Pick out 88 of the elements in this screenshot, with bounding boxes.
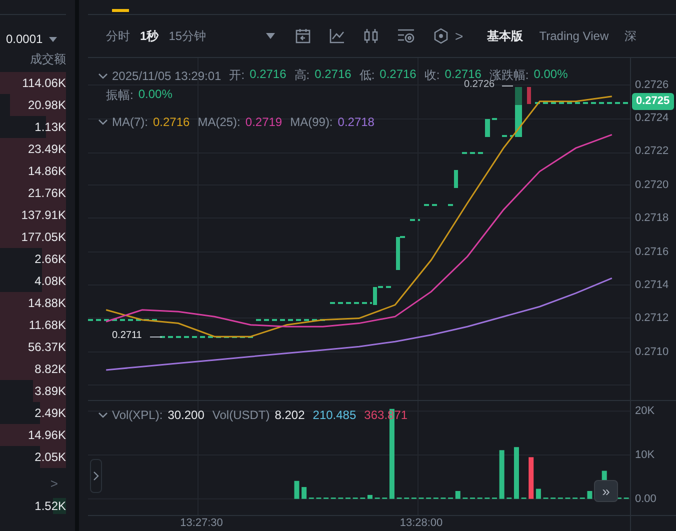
volume-axis-label: 10K bbox=[635, 448, 655, 461]
calendar-icon[interactable] bbox=[295, 28, 312, 44]
field-value: 0.2716 bbox=[314, 67, 352, 83]
chevron-right-icon bbox=[93, 471, 99, 481]
scroll-to-latest-button[interactable]: » bbox=[594, 480, 618, 502]
field-label: 高: bbox=[294, 67, 310, 84]
collapse-chevron-icon[interactable] bbox=[98, 72, 108, 78]
candle bbox=[527, 87, 531, 104]
hexagon-icon[interactable] bbox=[433, 28, 450, 44]
amount-text: 114.06K bbox=[22, 76, 66, 90]
field-label: 低: bbox=[359, 67, 375, 84]
indicator-value: 0.2716 bbox=[153, 115, 190, 129]
indicator-label: MA(25): bbox=[198, 115, 240, 129]
candle bbox=[373, 287, 377, 305]
collapse-chevron-icon[interactable] bbox=[98, 412, 108, 418]
amount-text: 11.68K bbox=[28, 318, 66, 332]
column-header: 成交额 bbox=[30, 50, 66, 68]
price-axis-label: 0.2718 bbox=[635, 212, 669, 224]
volume-axis-label: 20K bbox=[635, 405, 655, 418]
amount-text: 14.86K bbox=[28, 164, 66, 178]
settings-icon[interactable] bbox=[397, 28, 416, 44]
amount-text: 2.66K bbox=[34, 252, 66, 266]
price-axis-label: 0.2726 bbox=[635, 78, 669, 91]
indicator-label: Vol(XPL): bbox=[112, 408, 163, 422]
amount-text: 14.96K bbox=[28, 428, 66, 442]
candle-time: 2025/11/05 13:29:01 bbox=[112, 68, 222, 82]
last-price-tag: 0.2725 bbox=[632, 93, 674, 110]
candlestick-icon[interactable] bbox=[363, 28, 380, 44]
field-value: 0.00% bbox=[534, 67, 568, 83]
indicator-label: Vol(USDT) bbox=[212, 408, 270, 422]
price-axis-label: 0.2710 bbox=[635, 346, 669, 358]
time-axis-label: 13:27:30 bbox=[180, 517, 223, 529]
view-tab[interactable]: Trading View bbox=[539, 28, 609, 44]
price-axis-label: 0.2722 bbox=[635, 145, 669, 158]
indicator-value: 8.202 bbox=[274, 408, 305, 422]
amount-text: 4.08K bbox=[34, 274, 66, 288]
field-value: 0.00% bbox=[138, 87, 172, 103]
amount-text: 14.88K bbox=[28, 296, 66, 310]
indicator-value: 210.485 bbox=[312, 408, 356, 422]
amount-text: 56.37K bbox=[28, 340, 66, 354]
collapse-chevron-icon[interactable] bbox=[98, 119, 108, 125]
interval-tab[interactable]: 分时 bbox=[106, 28, 130, 44]
field-label: 振幅: bbox=[106, 87, 134, 104]
indicator-value: 0.2718 bbox=[338, 115, 374, 129]
price-axis-label: 0.2716 bbox=[635, 246, 669, 258]
active-tab-indicator bbox=[112, 9, 129, 12]
price-axis-label: 0.2712 bbox=[635, 312, 669, 324]
amount-text: 1.52K bbox=[34, 499, 66, 513]
amount-text: 8.82K bbox=[34, 362, 66, 376]
candle bbox=[454, 170, 458, 188]
expand-panel-button[interactable] bbox=[90, 459, 102, 493]
view-tab[interactable]: 深 bbox=[624, 28, 637, 44]
time-axis-label: 13:28:00 bbox=[400, 517, 443, 529]
price-axis-label: 0.2720 bbox=[635, 178, 669, 191]
price-axis-label: 0.2724 bbox=[635, 112, 669, 124]
amount-text: 2.05K bbox=[34, 450, 66, 464]
amount-text: 177.05K bbox=[21, 230, 66, 244]
indicator-value: 30.200 bbox=[168, 408, 204, 422]
more-button[interactable]: > bbox=[455, 28, 464, 44]
line-chart-icon[interactable] bbox=[329, 28, 346, 44]
candle bbox=[396, 237, 400, 270]
candle bbox=[485, 119, 490, 137]
volume-axis-label: 0.00 bbox=[635, 492, 656, 505]
field-value: 0.2716 bbox=[380, 67, 416, 83]
leader-line bbox=[150, 336, 162, 338]
price-axis-label: 0.2714 bbox=[635, 278, 669, 291]
interval-tab[interactable]: 15分钟 bbox=[168, 28, 206, 44]
high-price-label: 0.2726 bbox=[464, 79, 495, 90]
indicator-value: 0.2719 bbox=[245, 115, 282, 129]
precision-dropdown[interactable]: 0.0001 bbox=[6, 32, 57, 46]
expand-button[interactable]: > bbox=[50, 476, 58, 490]
amount-text: 21.76K bbox=[28, 186, 66, 200]
field-value: 0.2716 bbox=[250, 67, 286, 83]
amount-text: 3.89K bbox=[34, 384, 66, 398]
amount-text: 1.13K bbox=[34, 120, 66, 134]
amount-text: 20.98K bbox=[28, 98, 66, 112]
field-label: 收: bbox=[424, 67, 440, 84]
indicator-label: MA(7): bbox=[112, 115, 148, 129]
low-price-label: 0.2711 bbox=[112, 330, 142, 341]
caret-icon bbox=[48, 36, 57, 42]
interval-tab[interactable]: 1秒 bbox=[140, 28, 159, 44]
amount-text: 23.49K bbox=[28, 142, 66, 156]
indicator-label: MA(99): bbox=[290, 115, 333, 129]
amount-text: 2.49K bbox=[34, 406, 66, 420]
amount-text: 137.91K bbox=[21, 208, 66, 222]
view-tab[interactable]: 基本版 bbox=[487, 28, 524, 44]
field-label: 开: bbox=[229, 67, 245, 84]
dropdown-caret-icon[interactable] bbox=[266, 33, 276, 39]
